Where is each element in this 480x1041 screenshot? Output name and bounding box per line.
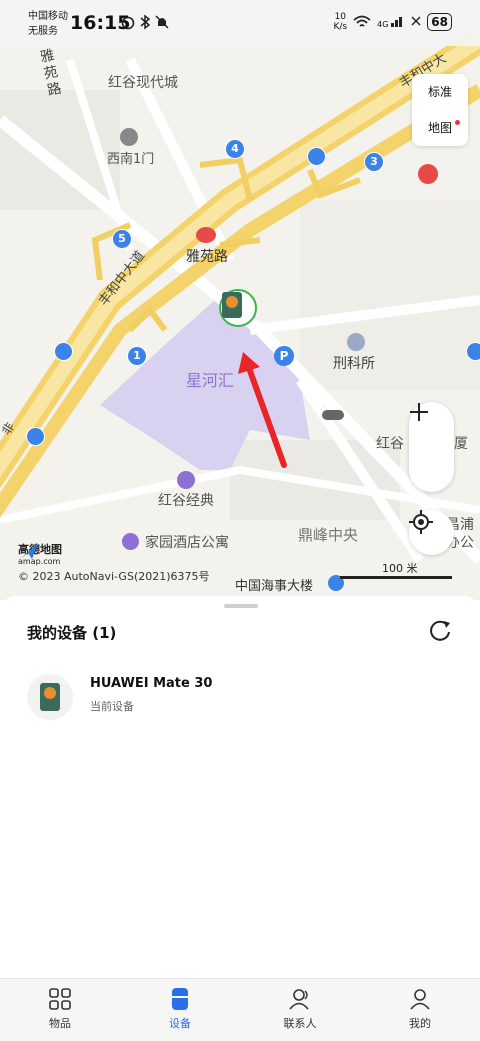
- minus-icon: [410, 411, 428, 413]
- bus-stop-icon[interactable]: [26, 427, 45, 446]
- poi-honggu-jingdian[interactable]: 红谷经典: [158, 490, 214, 510]
- poi-china-maritime-tower[interactable]: 中国海事大楼: [235, 575, 313, 594]
- wifi-icon: [353, 15, 371, 27]
- status-icons-left: [121, 14, 169, 30]
- route-badge-4[interactable]: 4: [225, 139, 245, 159]
- refresh-icon[interactable]: [427, 618, 453, 644]
- network-speed: 10 K/s: [334, 12, 348, 32]
- map-view[interactable]: 红谷现代城 雅苑路 丰和中大 丰和中大道 非 西南1门 4 3 5 1 雅苑路 …: [0, 0, 480, 600]
- route-badge-3[interactable]: 3: [364, 152, 384, 172]
- map-standard-button[interactable]: 标准: [412, 74, 468, 110]
- tab-contacts[interactable]: 联系人: [260, 987, 340, 1031]
- carrier-info: 中国移动 无服务: [28, 9, 68, 39]
- tab-label: 联系人: [283, 1017, 317, 1030]
- phone-icon: [222, 292, 242, 318]
- tab-me[interactable]: 我的: [380, 987, 460, 1031]
- gate-icon: [120, 128, 138, 146]
- scale-label: 100 米: [382, 562, 418, 575]
- device-subtitle: 当前设备: [90, 700, 134, 713]
- tab-label: 设备: [169, 1017, 191, 1030]
- grid-icon: [49, 988, 71, 1010]
- sheet-drag-handle[interactable]: [224, 604, 258, 608]
- alarm-icon: [121, 16, 135, 30]
- device-avatar: [27, 674, 73, 720]
- device-name: HUAWEI Mate 30: [90, 676, 213, 691]
- poi-xia-partial: 厦: [454, 436, 468, 452]
- shopping-icon: [177, 471, 195, 489]
- carrier-name: 中国移动: [28, 11, 68, 22]
- tab-items[interactable]: 物品: [20, 987, 100, 1031]
- poi-dingfeng-zhongyang[interactable]: 鼎峰中央: [298, 524, 358, 545]
- crosshair-icon: [409, 510, 433, 534]
- poi-jiayuan-hotel[interactable]: 家园酒店公寓: [145, 532, 229, 552]
- device-sheet: 我的设备 (1) HUAWEI Mate 30 当前设备: [0, 596, 480, 978]
- bus-stop-icon[interactable]: [54, 342, 73, 361]
- train-station-icon[interactable]: [418, 164, 438, 184]
- net-speed-unit: K/s: [333, 22, 348, 32]
- map-copyright: © 2023 AutoNavi-GS(2021)6375号: [18, 570, 210, 583]
- poi-honggu-modern-city[interactable]: 红谷现代城: [108, 72, 178, 92]
- poi-yayuan-road[interactable]: 雅苑路: [186, 246, 228, 266]
- status-icons-right: 10 K/s 4G 68: [334, 12, 452, 32]
- car-service-icon: [196, 227, 216, 243]
- phone-icon: [40, 683, 60, 711]
- hotel-icon: [122, 533, 139, 550]
- tab-devices[interactable]: 设备: [140, 987, 220, 1031]
- amap-logo: 高德地图 amap.com: [18, 541, 62, 566]
- contacts-icon: [289, 989, 309, 1010]
- map-scale: 100 米: [340, 560, 452, 580]
- bottom-tab-bar: 物品 设备 联系人 我的: [0, 978, 480, 1041]
- status-bar: 中国移动 无服务 16:15 10 K/s 4G 68: [0, 0, 480, 46]
- new-indicator-dot: [455, 120, 460, 125]
- tab-label: 我的: [409, 1017, 431, 1030]
- device-location-marker[interactable]: [219, 289, 257, 327]
- net-speed-value: 10: [334, 12, 347, 22]
- map-layer-button[interactable]: 地图: [412, 110, 468, 146]
- device-icon: [172, 988, 188, 1010]
- route-badge-1[interactable]: 1: [127, 346, 147, 366]
- zoom-out-button[interactable]: [409, 411, 454, 492]
- poi-xinghe-hui[interactable]: 星河汇: [186, 367, 234, 391]
- amap-logo-icon: [20, 543, 38, 559]
- battery-indicator: 68: [427, 13, 452, 31]
- mute-bell-icon: [155, 15, 169, 29]
- bus-stop-icon[interactable]: [307, 147, 326, 166]
- profile-icon: [410, 989, 430, 1010]
- bus-stop-icon[interactable]: [466, 342, 480, 361]
- poi-honggu-partial[interactable]: 红谷: [376, 433, 404, 453]
- cellular-signal: 4G: [377, 15, 405, 30]
- parking-icon[interactable]: P: [274, 346, 294, 366]
- signal-type-label: 4G: [377, 19, 389, 29]
- tab-label: 物品: [49, 1017, 71, 1030]
- police-icon: [347, 333, 365, 351]
- scale-bar: [340, 576, 452, 579]
- traffic-light-icon: [322, 410, 344, 420]
- signal-bars-icon: [391, 16, 403, 27]
- locate-me-button[interactable]: [409, 510, 454, 555]
- poi-ximen-gate1[interactable]: 西南1门: [107, 148, 154, 167]
- device-list-item[interactable]: HUAWEI Mate 30 当前设备: [27, 674, 457, 724]
- my-devices-title: 我的设备 (1): [27, 624, 117, 642]
- map-type-switch[interactable]: 标准 地图: [412, 74, 468, 146]
- route-badge-5[interactable]: 5: [112, 229, 132, 249]
- bluetooth-icon: [140, 14, 151, 30]
- poi-criminal-institute[interactable]: 刑科所: [333, 353, 375, 373]
- service-status: 无服务: [28, 26, 58, 37]
- no-signal-icon: [411, 16, 421, 26]
- zoom-controls: [409, 402, 454, 492]
